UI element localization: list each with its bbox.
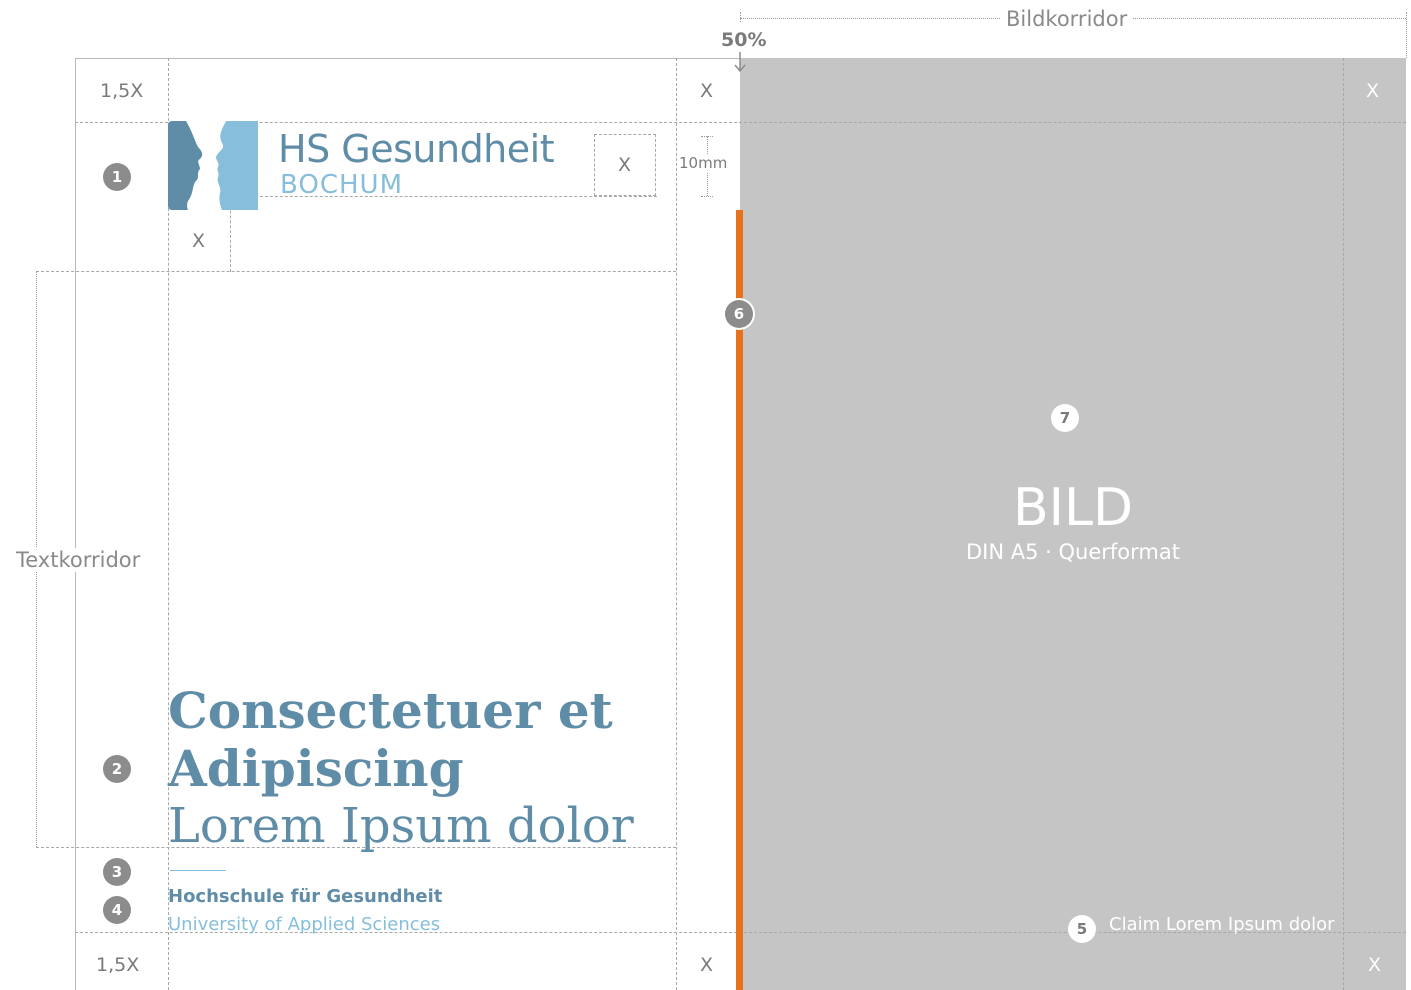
- logo-name: HS Gesundheit: [278, 127, 555, 171]
- guide-text-right: [676, 58, 677, 990]
- marker-3: 3: [103, 858, 131, 886]
- marker-1: 1: [103, 163, 131, 191]
- footer-rule: [170, 870, 226, 871]
- margin-logo-right-label: X: [618, 154, 632, 176]
- footer-subtitle: University of Applied Sciences: [168, 914, 441, 935]
- marker-4: 4: [103, 896, 131, 924]
- headline-line-1: Consectetuer et: [168, 681, 613, 740]
- marker-6: 6: [725, 300, 753, 328]
- guide-image-right-margin: [1343, 58, 1344, 990]
- image-title: BILD: [1012, 478, 1134, 538]
- marker-7: 7: [1051, 404, 1079, 432]
- page-top-edge: [75, 58, 740, 59]
- logo-city: BOCHUM: [280, 170, 404, 200]
- margin-bottom-right-label: X: [1368, 954, 1382, 976]
- gap-measure-label: 10mm: [679, 154, 728, 172]
- headline-line-2: Adipiscing: [168, 739, 464, 798]
- image-subtitle: DIN A5 · Querformat: [966, 540, 1180, 564]
- footer-institution: Hochschule für Gesundheit: [168, 886, 443, 907]
- margin-bottom-left-label: 1,5X: [96, 954, 140, 976]
- marker-2: 2: [103, 755, 131, 783]
- page-left-edge: [75, 58, 76, 990]
- guide-top-margin: [75, 122, 1406, 123]
- guide-logo-zone-bottom: [36, 271, 676, 272]
- bildkorridor-label: Bildkorridor: [1000, 7, 1134, 31]
- margin-top-left-label: 1,5X: [100, 80, 144, 102]
- midpoint-label: 50%: [721, 29, 767, 51]
- logo-mark-icon: [168, 121, 258, 210]
- margin-logo-below-label: X: [192, 230, 206, 252]
- headline-line-3: Lorem Ipsum dolor: [168, 798, 634, 854]
- margin-bottom-middle-label: X: [700, 954, 714, 976]
- marker-5: 5: [1068, 915, 1096, 943]
- claim-text: Claim Lorem Ipsum dolor: [1109, 914, 1335, 935]
- margin-top-middle-label: X: [700, 80, 714, 102]
- margin-top-right-label: X: [1366, 80, 1380, 102]
- gap-measure-top: [701, 136, 713, 137]
- textkorridor-label: Textkorridor: [10, 548, 147, 572]
- midpoint-arrow-icon: [734, 52, 746, 74]
- gap-measure-bottom: [701, 196, 713, 197]
- bildkorridor-right-tick: [1406, 12, 1407, 58]
- bildkorridor-left-tick: [740, 12, 741, 22]
